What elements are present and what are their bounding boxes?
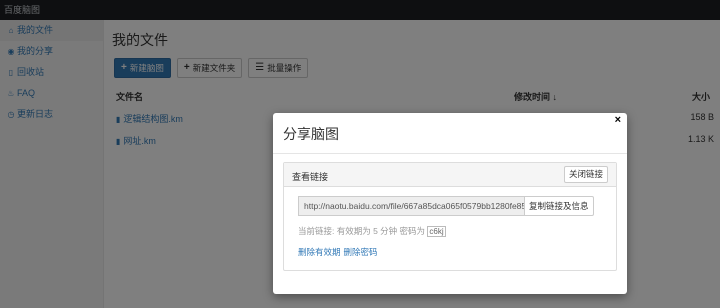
remove-password-link[interactable]: 删除密码 [344, 247, 378, 257]
copy-link-button[interactable]: 复制链接及信息 [524, 196, 594, 216]
view-link-panel: 查看链接 关闭链接 http://naotu.baidu.com/file/66… [283, 162, 617, 271]
dialog-title: 分享脑图 [283, 126, 339, 142]
close-icon[interactable]: × [615, 114, 621, 126]
remove-expiry-link[interactable]: 删除有效期 [298, 247, 341, 257]
divider [273, 153, 627, 154]
link-info-text: 当前链接: 有效期为 5 分钟 密码为 [298, 226, 426, 236]
password-value: c6kj [427, 226, 446, 237]
share-dialog: 分享脑图 × 查看链接 关闭链接 http://naotu.baidu.com/… [273, 113, 627, 294]
share-url-field[interactable]: http://naotu.baidu.com/file/667a85dca065… [298, 196, 524, 216]
link-info: 当前链接: 有效期为 5 分钟 密码为 c6kj [298, 225, 446, 237]
panel-heading: 查看链接 关闭链接 [284, 163, 616, 187]
link-actions: 删除有效期 删除密码 [298, 246, 381, 258]
link-input-group: http://naotu.baidu.com/file/667a85dca065… [298, 196, 594, 216]
close-link-button[interactable]: 关闭链接 [563, 166, 608, 183]
panel-title: 查看链接 [292, 172, 329, 182]
